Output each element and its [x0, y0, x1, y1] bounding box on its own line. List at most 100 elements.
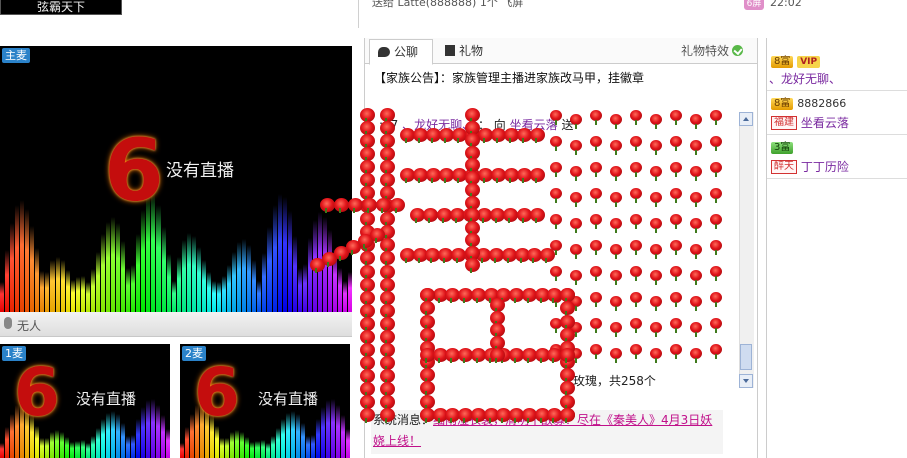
spectrum-bar	[35, 248, 40, 312]
message-text: ： 向	[477, 118, 506, 132]
system-message-link[interactable]: 细雨湿衣裳，清明不敌寡！尽在《秦美人》4月3日妖	[433, 413, 712, 427]
sender-link[interactable]: 、龙好无聊、	[402, 118, 474, 132]
spectrum-bar	[333, 249, 338, 312]
announcement-text: ：家族管理主播进家族改马甲，挂徽章	[440, 71, 645, 85]
rank-user-name[interactable]: 、龙好无聊、	[769, 72, 841, 86]
six-logo-icon: 6	[14, 354, 60, 431]
spectrum-bar	[80, 276, 85, 312]
spectrum-bar	[90, 436, 95, 458]
six-logo-icon: 6	[194, 354, 240, 431]
spectrum-bar	[211, 280, 217, 312]
spectrum-bar	[125, 435, 130, 458]
spectrum-bar	[140, 407, 145, 458]
spectrum-bar	[181, 240, 186, 312]
spectrum-bar	[300, 422, 305, 458]
spectrum-bar	[222, 276, 227, 312]
scroll-up-icon[interactable]	[739, 112, 753, 126]
spectrum-bar	[201, 260, 206, 312]
gift-effects-toggle[interactable]: 礼物特效	[681, 42, 743, 59]
scroll-down-icon[interactable]	[739, 374, 753, 388]
spectrum-bar	[255, 440, 260, 458]
spectrum-bar	[150, 398, 155, 458]
chat-line: :07 、龙好无聊、 ： 向 坐看云落 送	[379, 116, 574, 133]
spectrum-bar	[116, 223, 121, 312]
gift-feed-ticker: 送给 Latte(888888) 1个 飞屏	[372, 0, 524, 9]
tab-public-chat[interactable]: 公聊	[369, 39, 433, 65]
spectrum-bar	[166, 254, 171, 312]
spectrum-bar	[292, 236, 297, 312]
spectrum-bar	[55, 430, 60, 458]
region-tag: 福建	[771, 115, 797, 130]
spectrum-bar	[136, 234, 141, 312]
main-video-player[interactable]: 主麦 6 没有直播	[0, 46, 352, 312]
sub-video-player-2[interactable]: 2麦 6 没有直播	[180, 344, 350, 458]
announcement-prefix: 【家族公告】	[374, 71, 441, 85]
spectrum-bar	[111, 217, 116, 312]
spectrum-bar	[45, 438, 50, 458]
user-id: 8882866	[797, 97, 847, 110]
spectrum-bar	[325, 399, 330, 458]
user-name-box[interactable]: 弦霸天下	[0, 0, 122, 15]
spectrum-bar	[80, 440, 85, 458]
spectrum-bar	[40, 271, 45, 312]
spectrum-bar	[100, 234, 105, 312]
spectrum-bar	[70, 441, 75, 458]
gift-summary: 玫瑰，共258个	[573, 374, 656, 388]
spectrum-bar	[180, 443, 185, 458]
spectrum-bar	[328, 230, 333, 312]
spectrum-bar	[323, 217, 328, 312]
spectrum-bar	[75, 440, 80, 458]
spectrum-bar	[5, 249, 10, 312]
spectrum-bar	[30, 225, 35, 312]
spectrum-bar	[50, 260, 55, 312]
chat-panel: 公聊 礼物 礼物特效 【家族公告】：家族管理主播进家族改马甲，挂徽章 :07 、…	[364, 38, 758, 458]
system-label: 系统消息：	[373, 413, 434, 427]
spectrum-bar	[265, 443, 270, 458]
mic-status-bar: 无人	[0, 312, 352, 337]
sub-video-player-1[interactable]: 1麦 6 没有直播	[0, 344, 170, 458]
chat-messages: :07 、龙好无聊、 ： 向 坐看云落 送 玫瑰，共258个	[365, 110, 757, 392]
region-tag: 醉天	[771, 159, 797, 174]
spectrum-bar	[185, 426, 190, 458]
rank-user-name[interactable]: 坐看云落	[801, 116, 849, 130]
spectrum-bar	[341, 415, 346, 458]
fly-screen-badge: 6屏	[744, 0, 764, 10]
microphone-icon	[4, 317, 12, 329]
spectrum-bar	[230, 432, 235, 458]
rank-row[interactable]: 3富 醉天 丁丁历险	[767, 138, 907, 179]
six-logo-icon: 6	[104, 121, 164, 221]
spectrum-bar	[120, 422, 125, 458]
spectrum-bar	[145, 399, 150, 458]
spectrum-bar	[25, 208, 30, 312]
spectrum-bar	[260, 440, 265, 458]
rank-user-name[interactable]: 丁丁历险	[801, 160, 849, 174]
spectrum-bar	[312, 219, 317, 312]
no-live-text: 没有直播	[166, 161, 234, 181]
spectrum-bar	[155, 404, 160, 458]
spectrum-bar	[290, 410, 295, 458]
spectrum-bar	[282, 196, 287, 312]
spectrum-bar	[105, 413, 110, 458]
spectrum-bar	[343, 280, 348, 312]
tab-gifts[interactable]: 礼物	[437, 39, 499, 63]
spectrum-bar	[50, 432, 55, 458]
rank-row[interactable]: 8富 8882866 福建 坐看云落	[767, 94, 907, 135]
spectrum-bar	[105, 222, 111, 312]
spectrum-bar	[70, 279, 75, 312]
scroll-thumb[interactable]	[740, 344, 752, 370]
spectrum-bar	[55, 256, 60, 312]
spectrum-bar	[346, 429, 350, 458]
receiver-link[interactable]: 坐看云落	[510, 118, 558, 132]
spectrum-bar	[161, 415, 166, 458]
spectrum-bar	[45, 272, 50, 312]
system-message-link[interactable]: 娆上线！	[373, 434, 421, 448]
spectrum-bar	[348, 272, 352, 312]
spectrum-bar	[240, 432, 245, 458]
tab-label: 礼物	[459, 44, 484, 58]
spectrum-bar	[85, 443, 90, 458]
rank-row[interactable]: 8富 VIP 、龙好无聊、	[767, 52, 907, 91]
spectrum-bar	[235, 430, 240, 458]
main-mic-tag: 主麦	[2, 48, 30, 63]
spectrum-bar	[257, 280, 262, 312]
feed-time: 22:02	[770, 0, 802, 9]
